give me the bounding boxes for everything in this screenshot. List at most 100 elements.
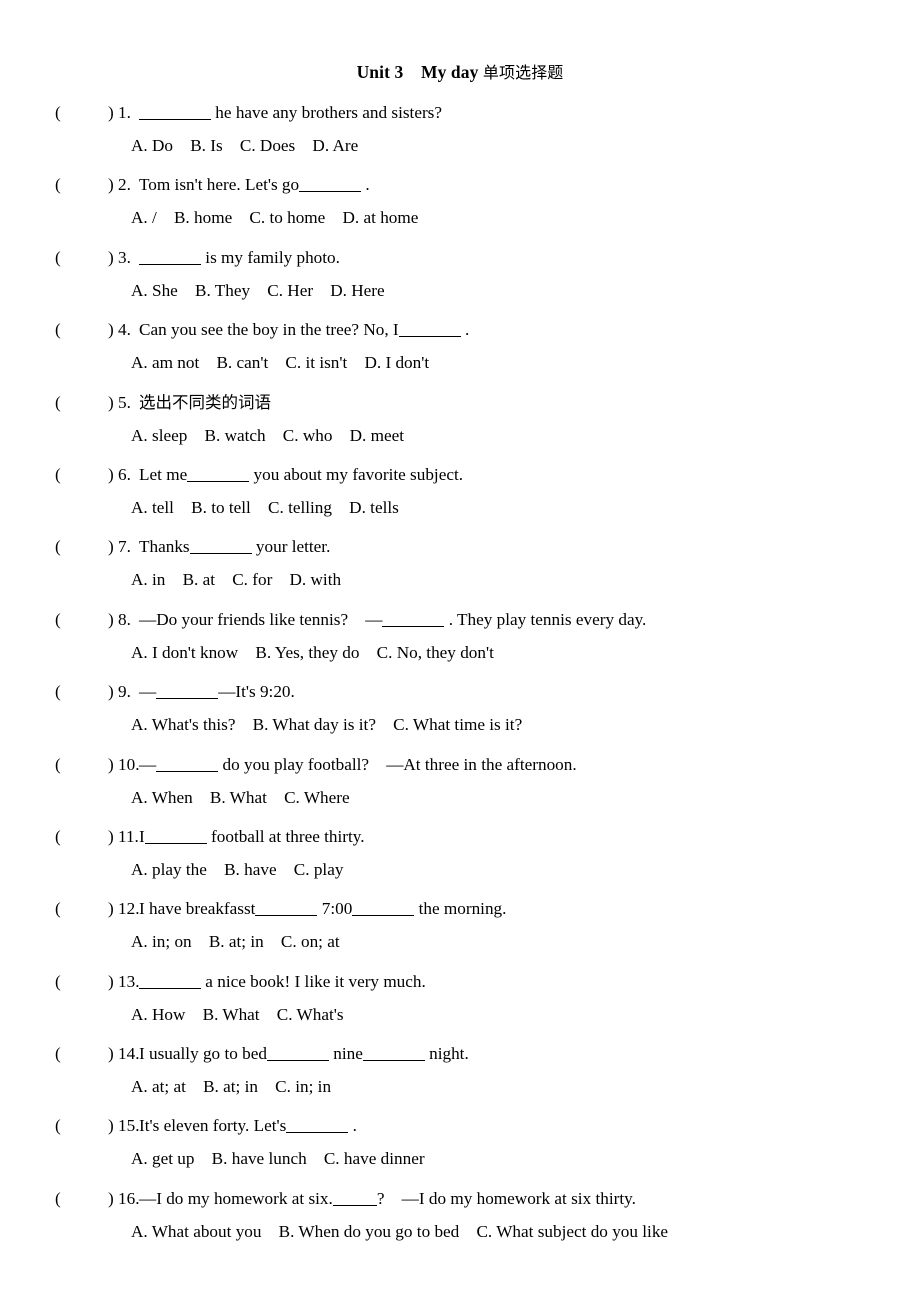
answer-bracket-close[interactable]: ) — [108, 458, 114, 491]
question-number: 15. — [118, 1116, 140, 1136]
answer-bracket-open[interactable]: ( — [55, 820, 61, 853]
answer-bracket-open[interactable]: ( — [55, 965, 61, 998]
answer-bracket-open[interactable]: ( — [55, 675, 61, 708]
question-number: 10. — [118, 754, 140, 774]
question-options[interactable]: A. What's this? B. What day is it? C. Wh… — [131, 708, 522, 741]
page-title-english: Unit 3 My day — [356, 62, 483, 82]
answer-bracket-open[interactable]: ( — [55, 386, 61, 419]
question-stem-line: () 16. —I do my homework at six. ? —I do my… — [0, 1182, 920, 1215]
answer-blank-second[interactable] — [362, 1046, 425, 1062]
answer-bracket-close[interactable]: ) — [108, 675, 114, 708]
answer-blank[interactable] — [266, 1046, 329, 1062]
answer-bracket-close[interactable]: ) — [108, 313, 114, 346]
question-block: () 16. —I do my homework at six. ? —I do my… — [0, 1182, 920, 1254]
answer-bracket-open[interactable]: ( — [55, 313, 61, 346]
answer-blank[interactable] — [139, 105, 211, 120]
answer-blank[interactable] — [156, 757, 219, 772]
question-options[interactable]: A. in; on B. at; in C. on; at — [131, 925, 340, 958]
stem-text-before-blank: Tom isn't here. Let's go — [139, 175, 300, 195]
answer-bracket-close[interactable]: ) — [108, 965, 114, 998]
answer-blank[interactable] — [139, 974, 201, 989]
answer-blank[interactable] — [187, 467, 250, 482]
question-stem: It's eleven forty. Let's . — [139, 1109, 357, 1142]
answer-bracket-close[interactable]: ) — [108, 530, 114, 563]
question-block: () 12. I have breakfasst 7:00 the morning.… — [0, 892, 920, 964]
question-options[interactable]: A. sleep B. watch C. who D. meet — [131, 419, 404, 452]
question-stem: — do you play football? —At three in the… — [139, 748, 577, 781]
answer-blank[interactable] — [144, 829, 207, 844]
question-options[interactable]: A. get up B. have lunch C. have dinner — [131, 1142, 425, 1175]
stem-text-after-blank: football at three thirty. — [206, 826, 365, 846]
question-number: 1. — [118, 103, 131, 122]
answer-bracket-open[interactable]: ( — [55, 1109, 61, 1142]
answer-bracket-open[interactable]: ( — [55, 530, 61, 563]
question-number: 3. — [118, 247, 131, 267]
question-stem-line: () 13. a nice book! I like it very much. — [0, 965, 920, 998]
stem-text-after-blank: do you play football? —At three in the a… — [218, 754, 577, 774]
question-options[interactable]: A. at; at B. at; in C. in; in — [131, 1070, 331, 1103]
answer-bracket-close[interactable]: ) — [108, 168, 114, 201]
answer-blank[interactable] — [398, 322, 461, 338]
question-number: 6. — [118, 464, 131, 484]
question-stem: —I do my homework at six. ? —I do my home… — [139, 1182, 636, 1215]
answer-bracket-close[interactable]: ) — [108, 241, 114, 274]
answer-blank[interactable] — [139, 250, 201, 265]
answer-bracket-close[interactable]: ) — [108, 96, 114, 129]
stem-text-after-blank: a nice book! I like it very much. — [201, 971, 426, 991]
question-block: () 1. he have any brothers and sisters? A.… — [0, 96, 920, 168]
answer-bracket-open[interactable]: ( — [55, 168, 61, 201]
question-options[interactable]: A. Do B. Is C. Does D. Are — [131, 129, 358, 162]
question-number: 16. — [118, 1188, 140, 1208]
question-options[interactable]: A. play the B. have C. play — [131, 853, 343, 886]
question-number: 14. — [118, 1044, 140, 1064]
stem-text-after-blank: ? —I do my homework at six thirty. — [376, 1188, 636, 1208]
question-options[interactable]: A. in B. at C. for D. with — [131, 563, 341, 596]
question-options[interactable]: A. am not B. can't C. it isn't D. I don'… — [131, 346, 429, 379]
question-stem-line: () 3. is my family photo. — [0, 241, 920, 274]
answer-bracket-close[interactable]: ) — [108, 820, 114, 853]
question-options[interactable]: A. tell B. to tell C. telling D. tells — [131, 491, 399, 524]
question-stem: 选出不同类的词语 — [139, 386, 271, 419]
question-block: () 5. 选出不同类的词语 A. sleep B. watch C. who D. … — [0, 386, 920, 458]
answer-blank[interactable] — [332, 1191, 377, 1206]
answer-blank[interactable] — [189, 539, 252, 555]
answer-blank[interactable] — [156, 684, 219, 700]
answer-bracket-open[interactable]: ( — [55, 892, 61, 925]
answer-bracket-close[interactable]: ) — [108, 1037, 114, 1070]
question-stem: a nice book! I like it very much. — [139, 965, 426, 998]
answer-blank[interactable] — [255, 901, 318, 917]
answer-bracket-open[interactable]: ( — [55, 1037, 61, 1070]
question-options[interactable]: A. How B. What C. What's — [131, 998, 344, 1031]
answer-blank-second[interactable] — [352, 901, 415, 917]
question-stem-line: () 8. —Do your friends like tennis? — . Th… — [0, 603, 920, 636]
question-number: 4. — [118, 320, 131, 340]
question-options[interactable]: A. She B. They C. Her D. Here — [131, 274, 385, 307]
answer-bracket-close[interactable]: ) — [108, 386, 114, 419]
question-stem-line: () 6. Let me you about my favorite subject… — [0, 458, 920, 491]
answer-bracket-open[interactable]: ( — [55, 1182, 61, 1215]
question-options[interactable]: A. / B. home C. to home D. at home — [131, 201, 418, 234]
question-stem: is my family photo. — [139, 241, 340, 274]
answer-bracket-open[interactable]: ( — [55, 458, 61, 491]
answer-bracket-open[interactable]: ( — [55, 96, 61, 129]
question-options[interactable]: A. I don't know B. Yes, they do C. No, t… — [131, 636, 494, 669]
answer-bracket-close[interactable]: ) — [108, 1182, 114, 1215]
answer-bracket-close[interactable]: ) — [108, 1109, 114, 1142]
question-block: () 11. I football at three thirty. A. play … — [0, 820, 920, 892]
question-number: 7. — [118, 537, 131, 557]
answer-bracket-open[interactable]: ( — [55, 748, 61, 781]
answer-bracket-open[interactable]: ( — [55, 603, 61, 636]
answer-blank[interactable] — [382, 612, 445, 627]
question-stem-line: () 14. I usually go to bed nine night. — [0, 1037, 920, 1070]
answer-bracket-open[interactable]: ( — [55, 241, 61, 274]
question-stem-line: () 15. It's eleven forty. Let's . — [0, 1109, 920, 1142]
answer-bracket-close[interactable]: ) — [108, 603, 114, 636]
stem-text-after-blank: is my family photo. — [201, 247, 340, 267]
answer-bracket-close[interactable]: ) — [108, 892, 114, 925]
answer-blank[interactable] — [286, 1118, 349, 1134]
answer-blank[interactable] — [299, 177, 362, 193]
answer-bracket-close[interactable]: ) — [108, 748, 114, 781]
question-stem-line: () 1. he have any brothers and sisters? — [0, 96, 920, 129]
question-options[interactable]: A. When B. What C. Where — [131, 781, 350, 814]
question-options[interactable]: A. What about you B. When do you go to b… — [131, 1215, 668, 1248]
